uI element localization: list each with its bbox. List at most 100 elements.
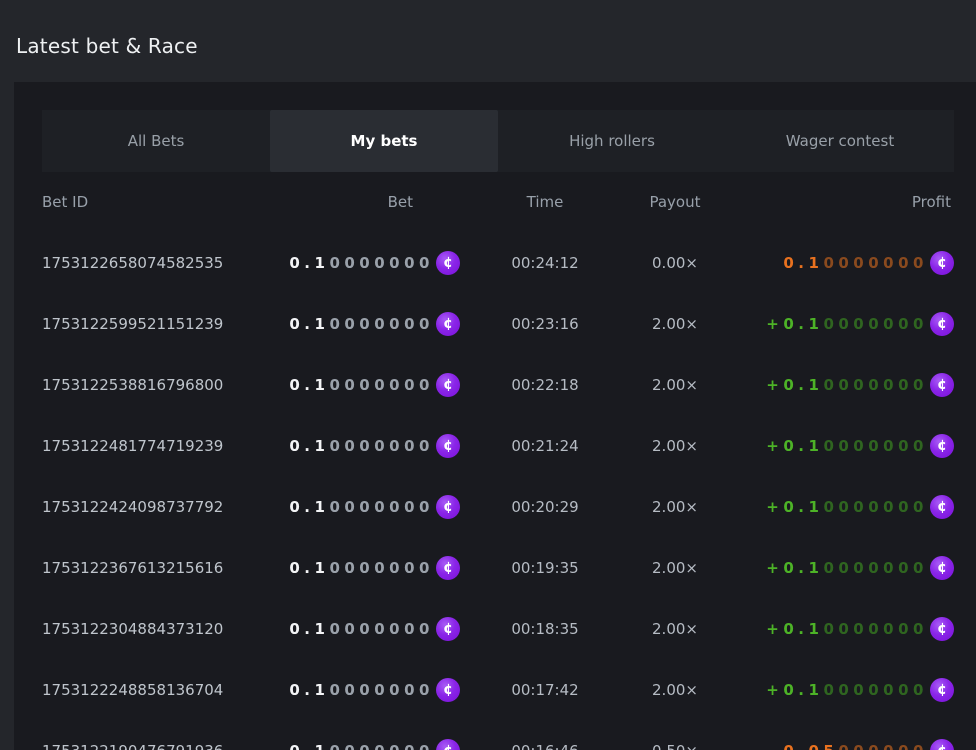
profit-zeros: 0000000 [823, 559, 928, 577]
profit-main: +0.1 [766, 315, 823, 333]
profit-zeros: 0000000 [823, 376, 928, 394]
profit-cell: +0.10000000 ¢ [720, 312, 954, 336]
profit-zeros: 0000000 [823, 315, 928, 333]
profit-cell: +0.10000000 ¢ [720, 434, 954, 458]
table-body: 1753122658074582535 0.10000000 ¢ 00:24:1… [42, 232, 954, 750]
profit-main: +0.1 [766, 376, 823, 394]
cent-coin-icon: ¢ [436, 739, 460, 750]
bet-amount-zeros: 0000000 [329, 681, 434, 699]
bet-amount-zeros: 0000000 [329, 315, 434, 333]
bet-id-cell: 1753122190476791936 [42, 742, 257, 750]
time-cell: 00:21:24 [460, 437, 630, 455]
bet-id-cell: 1753122367613215616 [42, 559, 257, 577]
profit-main: +0.1 [766, 559, 823, 577]
cent-coin-icon: ¢ [930, 373, 954, 397]
bet-amount-cell: 0.10000000 ¢ [257, 373, 460, 397]
bet-id-cell: 1753122658074582535 [42, 254, 257, 272]
bet-id-cell: 1753122481774719239 [42, 437, 257, 455]
table-row[interactable]: 1753122304884373120 0.10000000 ¢ 00:18:3… [42, 598, 954, 659]
column-header-time: Time [460, 193, 630, 211]
time-cell: 00:20:29 [460, 498, 630, 516]
page-header: Latest bet & Race [0, 0, 976, 82]
column-header-bet: Bet [257, 193, 460, 211]
table-row[interactable]: 1753122424098737792 0.10000000 ¢ 00:20:2… [42, 476, 954, 537]
profit-cell: +0.10000000 ¢ [720, 617, 954, 641]
bet-amount-zeros: 0000000 [329, 559, 434, 577]
bet-amount-cell: 0.10000000 ¢ [257, 739, 460, 750]
cent-coin-icon: ¢ [930, 739, 954, 750]
cent-coin-icon: ¢ [436, 434, 460, 458]
tab-high-rollers[interactable]: High rollers [498, 110, 726, 172]
profit-zeros: 0000000 [823, 620, 928, 638]
tab-label: My bets [351, 132, 418, 150]
bet-amount-cell: 0.10000000 ¢ [257, 556, 460, 580]
cent-coin-icon: ¢ [436, 251, 460, 275]
time-cell: 00:19:35 [460, 559, 630, 577]
cent-coin-icon: ¢ [930, 617, 954, 641]
profit-main: +0.1 [766, 681, 823, 699]
tab-label: High rollers [569, 132, 655, 150]
cent-coin-icon: ¢ [930, 312, 954, 336]
tab-wager-contest[interactable]: Wager contest [726, 110, 954, 172]
tab-all-bets[interactable]: All Bets [42, 110, 270, 172]
payout-cell: 2.00× [630, 559, 720, 577]
bet-id-cell: 1753122424098737792 [42, 498, 257, 516]
bet-amount-cell: 0.10000000 ¢ [257, 251, 460, 275]
cent-coin-icon: ¢ [930, 495, 954, 519]
cent-coin-icon: ¢ [930, 678, 954, 702]
bet-amount-main: 0.1 [289, 254, 329, 272]
cent-coin-icon: ¢ [436, 312, 460, 336]
profit-zeros: 000000 [838, 742, 928, 750]
column-header-payout: Payout [630, 193, 720, 211]
bet-amount-zeros: 0000000 [329, 742, 434, 750]
profit-cell: 0.05000000 ¢ [720, 739, 954, 750]
bet-amount-cell: 0.10000000 ¢ [257, 495, 460, 519]
bet-amount-main: 0.1 [289, 315, 329, 333]
table-row[interactable]: 1753122599521151239 0.10000000 ¢ 00:23:1… [42, 293, 954, 354]
table-row[interactable]: 1753122538816796800 0.10000000 ¢ 00:22:1… [42, 354, 954, 415]
profit-cell: +0.10000000 ¢ [720, 556, 954, 580]
payout-cell: 0.00× [630, 254, 720, 272]
table-row[interactable]: 1753122248858136704 0.10000000 ¢ 00:17:4… [42, 659, 954, 720]
time-cell: 00:16:46 [460, 742, 630, 750]
payout-cell: 2.00× [630, 498, 720, 516]
profit-zeros: 0000000 [823, 681, 928, 699]
cent-coin-icon: ¢ [930, 251, 954, 275]
bet-amount-cell: 0.10000000 ¢ [257, 434, 460, 458]
time-cell: 00:22:18 [460, 376, 630, 394]
payout-cell: 2.00× [630, 681, 720, 699]
time-cell: 00:24:12 [460, 254, 630, 272]
column-header-bet-id: Bet ID [42, 193, 257, 211]
payout-cell: 2.00× [630, 376, 720, 394]
bet-amount-cell: 0.10000000 ¢ [257, 678, 460, 702]
time-cell: 00:17:42 [460, 681, 630, 699]
page-title: Latest bet & Race [16, 34, 198, 58]
profit-main: +0.1 [766, 620, 823, 638]
tab-label: All Bets [128, 132, 185, 150]
bet-amount-main: 0.1 [289, 620, 329, 638]
payout-cell: 2.00× [630, 620, 720, 638]
bet-amount-main: 0.1 [289, 376, 329, 394]
tab-label: Wager contest [786, 132, 895, 150]
table-row[interactable]: 1753122658074582535 0.10000000 ¢ 00:24:1… [42, 232, 954, 293]
table-row[interactable]: 1753122190476791936 0.10000000 ¢ 00:16:4… [42, 720, 954, 750]
time-cell: 00:18:35 [460, 620, 630, 638]
profit-cell: 0.10000000 ¢ [720, 251, 954, 275]
table-row[interactable]: 1753122367613215616 0.10000000 ¢ 00:19:3… [42, 537, 954, 598]
table-row[interactable]: 1753122481774719239 0.10000000 ¢ 00:21:2… [42, 415, 954, 476]
bet-id-cell: 1753122248858136704 [42, 681, 257, 699]
payout-cell: 2.00× [630, 315, 720, 333]
bet-amount-cell: 0.10000000 ¢ [257, 312, 460, 336]
bet-id-cell: 1753122538816796800 [42, 376, 257, 394]
profit-main: +0.1 [766, 437, 823, 455]
profit-cell: +0.10000000 ¢ [720, 495, 954, 519]
table-header: Bet ID Bet Time Payout Profit [42, 172, 954, 232]
bet-amount-main: 0.1 [289, 742, 329, 750]
profit-cell: +0.10000000 ¢ [720, 678, 954, 702]
bet-amount-zeros: 0000000 [329, 254, 434, 272]
bet-amount-main: 0.1 [289, 559, 329, 577]
tab-bar: All Bets My bets High rollers Wager cont… [42, 110, 954, 172]
tab-my-bets[interactable]: My bets [270, 110, 498, 172]
cent-coin-icon: ¢ [436, 495, 460, 519]
cent-coin-icon: ¢ [930, 434, 954, 458]
